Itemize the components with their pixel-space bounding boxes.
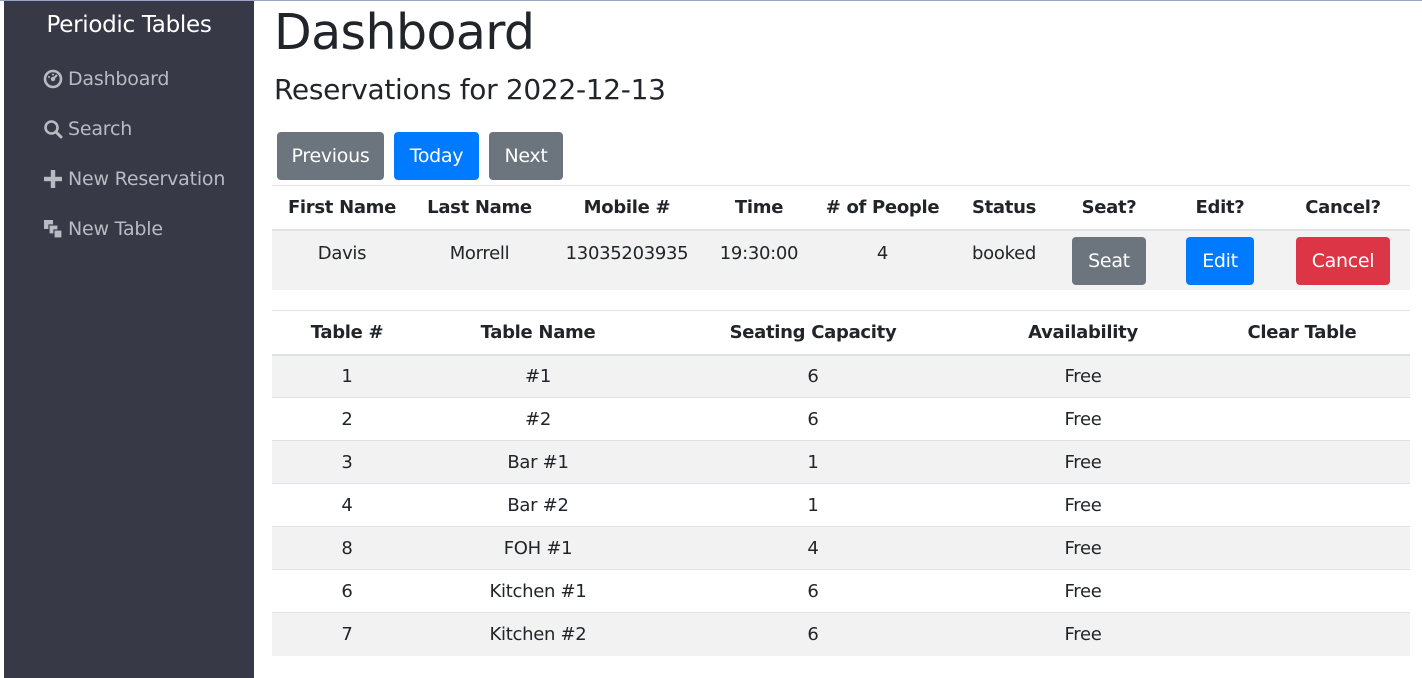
seat-button[interactable]: Seat [1072, 236, 1146, 285]
capacity-cell: 4 [807, 537, 819, 559]
sidebar-item-new-table[interactable]: New Table [42, 215, 163, 243]
cancel-button[interactable]: Cancel [1295, 236, 1391, 285]
sidebar-item-search[interactable]: Search [42, 115, 132, 143]
availability-cell: Free [1064, 580, 1102, 602]
time-cell: 19:30:00 [719, 242, 799, 264]
sidebar-item-label: New Table [68, 218, 163, 240]
column-header: Availability [1028, 321, 1138, 343]
search-icon [42, 118, 64, 140]
column-header: Mobile # [583, 196, 671, 218]
table-row: 1 #1 6 Free [272, 354, 1410, 398]
sidebar-item-label: Search [68, 118, 133, 140]
availability-cell: Free [1064, 365, 1102, 387]
status-cell: booked [972, 242, 1036, 264]
column-header: Time [734, 196, 784, 218]
table-id-cell: 3 [341, 451, 353, 473]
table-name-cell: Kitchen #2 [489, 623, 587, 645]
sidebar-item-label: New Reservation [68, 168, 226, 190]
column-header: # of People [825, 196, 940, 218]
table-id-cell: 1 [341, 365, 353, 387]
capacity-cell: 6 [807, 365, 819, 387]
sidebar: Periodic Tables Dashboard Search New Res… [4, 1, 254, 678]
page-title: Dashboard [274, 4, 535, 61]
previous-button[interactable]: Previous [277, 132, 384, 180]
mobile-cell: 13035203935 [565, 242, 689, 264]
clear-table-cell [1194, 355, 1410, 398]
table-name-cell: FOH #1 [503, 537, 573, 559]
today-button[interactable]: Today [394, 132, 479, 180]
column-header: Last Name [427, 196, 532, 218]
seat-cell: Seat [1054, 230, 1164, 290]
edit-cell: Edit [1164, 230, 1276, 290]
availability-cell: Free [1064, 623, 1102, 645]
brand-title[interactable]: Periodic Tables [4, 12, 254, 38]
availability-cell: Free [1064, 451, 1102, 473]
dashboard-icon [42, 68, 64, 90]
first-name-cell: Davis [317, 242, 367, 264]
table-id-cell: 4 [341, 494, 353, 516]
table-name-cell: #1 [525, 365, 551, 387]
column-header: Clear Table [1247, 321, 1357, 343]
table-row: 2 #2 6 Free [272, 397, 1410, 441]
clear-table-cell [1194, 398, 1410, 441]
sidebar-item-label: Dashboard [68, 68, 170, 90]
table-name-cell: Bar #1 [507, 451, 569, 473]
table-id-cell: 8 [341, 537, 353, 559]
capacity-cell: 6 [807, 623, 819, 645]
capacity-cell: 1 [807, 494, 819, 516]
availability-cell: Free [1064, 494, 1102, 516]
table-name-cell: Bar #2 [507, 494, 569, 516]
cancel-cell: Cancel [1276, 230, 1410, 290]
reservations-table: First Name Last Name Mobile # Time # of … [272, 185, 1410, 290]
column-header: Table # [310, 321, 384, 343]
tables-header-row: Table # Table Name Seating Capacity Avai… [272, 310, 1410, 355]
availability-cell: Free [1064, 537, 1102, 559]
table-row: 4 Bar #2 1 Free [272, 483, 1410, 527]
availability-cell: Free [1064, 408, 1102, 430]
next-button[interactable]: Next [489, 132, 563, 180]
plus-icon [42, 168, 64, 190]
people-cell: 4 [876, 242, 889, 264]
reservations-date-heading: Reservations for 2022-12-13 [274, 73, 666, 106]
main-content: Dashboard Reservations for 2022-12-13 Pr… [272, 0, 1412, 678]
reservations-header-row: First Name Last Name Mobile # Time # of … [272, 185, 1410, 230]
tables-table: Table # Table Name Seating Capacity Avai… [272, 310, 1410, 656]
table-name-cell: Kitchen #1 [489, 580, 587, 602]
column-header: Cancel? [1305, 196, 1381, 218]
table-row: 6 Kitchen #1 6 Free [272, 569, 1410, 613]
table-name-cell: #2 [525, 408, 551, 430]
table-row: 7 Kitchen #2 6 Free [272, 612, 1410, 656]
table-row: 8 FOH #1 4 Free [272, 526, 1410, 570]
clear-table-cell [1194, 570, 1410, 613]
reservation-row: Davis Morrell 13035203935 19:30:00 4 boo… [272, 229, 1410, 290]
layers-icon [42, 218, 64, 240]
column-header: Seat? [1081, 196, 1137, 218]
edit-button[interactable]: Edit [1186, 236, 1254, 285]
capacity-cell: 6 [807, 580, 819, 602]
table-id-cell: 2 [341, 408, 353, 430]
column-header: Status [971, 196, 1037, 218]
table-id-cell: 7 [341, 623, 353, 645]
last-name-cell: Morrell [449, 242, 510, 264]
column-header: Table Name [480, 321, 596, 343]
table-row: 3 Bar #1 1 Free [272, 440, 1410, 484]
clear-table-cell [1194, 527, 1410, 570]
clear-table-cell [1194, 441, 1410, 484]
clear-table-cell [1194, 613, 1410, 656]
table-id-cell: 6 [341, 580, 353, 602]
column-header: Seating Capacity [729, 321, 897, 343]
column-header: Edit? [1195, 196, 1245, 218]
column-header: First Name [287, 196, 397, 218]
sidebar-item-new-reservation[interactable]: New Reservation [42, 165, 225, 193]
capacity-cell: 6 [807, 408, 819, 430]
capacity-cell: 1 [807, 451, 819, 473]
sidebar-item-dashboard[interactable]: Dashboard [42, 65, 169, 93]
clear-table-cell [1194, 484, 1410, 527]
